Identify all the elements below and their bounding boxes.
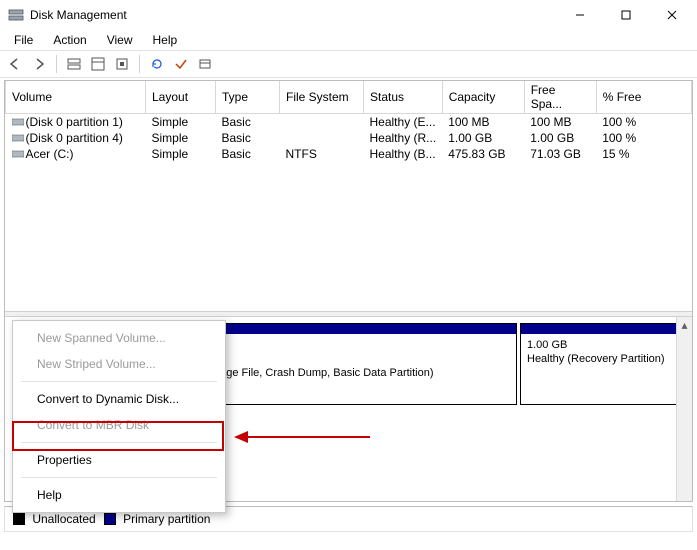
table-row[interactable]: (Disk 0 partition 1)SimpleBasic Healthy (…: [6, 114, 692, 131]
col-status[interactable]: Status: [364, 81, 443, 114]
scroll-up-icon[interactable]: ▴: [677, 317, 692, 333]
toolbar: [0, 50, 697, 78]
legend-unallocated: Unallocated: [13, 512, 96, 526]
table-row[interactable]: Acer (C:)SimpleBasicNTFSHealthy (B...475…: [6, 146, 692, 162]
col-free[interactable]: Free Spa...: [524, 81, 596, 114]
table-header-row: Volume Layout Type File System Status Ca…: [6, 81, 692, 114]
table-row[interactable]: (Disk 0 partition 4)SimpleBasic Healthy (…: [6, 130, 692, 146]
toolbar-refresh-icon[interactable]: [146, 53, 168, 75]
ctx-new-striped: New Striped Volume...: [13, 351, 225, 377]
toolbar-detail-icon[interactable]: [194, 53, 216, 75]
table-cell: 1.00 GB: [524, 130, 596, 146]
ctx-convert-mbr: Convert to MBR Disk: [13, 412, 225, 438]
toolbar-graphical-view-icon[interactable]: [87, 53, 109, 75]
table-cell: [280, 114, 364, 131]
table-cell: 1.00 GB: [442, 130, 524, 146]
table-cell: Healthy (B...: [364, 146, 443, 162]
table-cell: (Disk 0 partition 1): [6, 114, 146, 131]
legend-primary: Primary partition: [104, 512, 211, 526]
menu-file[interactable]: File: [4, 31, 43, 49]
window-minimize-button[interactable]: [557, 0, 603, 30]
ctx-new-spanned: New Spanned Volume...: [13, 325, 225, 351]
ctx-properties[interactable]: Properties: [13, 447, 225, 473]
legend-primary-label: Primary partition: [123, 512, 210, 526]
disk-context-menu: New Spanned Volume... New Striped Volume…: [12, 320, 226, 513]
partition-recovery-status: Healthy (Recovery Partition): [527, 353, 665, 365]
menu-action[interactable]: Action: [43, 31, 96, 49]
table-cell: Basic: [216, 114, 280, 131]
table-cell: 71.03 GB: [524, 146, 596, 162]
col-volume[interactable]: Volume: [6, 81, 146, 114]
menu-help[interactable]: Help: [143, 31, 188, 49]
toolbar-forward-button[interactable]: [28, 53, 50, 75]
toolbar-check-icon[interactable]: [170, 53, 192, 75]
table-cell: Simple: [146, 114, 216, 131]
ctx-convert-dynamic[interactable]: Convert to Dynamic Disk...: [13, 386, 225, 412]
partition-recovery[interactable]: 1.00 GB Healthy (Recovery Partition): [520, 323, 684, 405]
col-layout[interactable]: Layout: [146, 81, 216, 114]
toolbar-disk-list-icon[interactable]: [63, 53, 85, 75]
window-title: Disk Management: [30, 8, 127, 22]
swatch-primary-icon: [104, 513, 116, 525]
vertical-scrollbar[interactable]: ▴: [676, 317, 692, 501]
legend-unallocated-label: Unallocated: [32, 512, 95, 526]
table-cell: NTFS: [280, 146, 364, 162]
col-filesystem[interactable]: File System: [280, 81, 364, 114]
table-cell: 100 MB: [442, 114, 524, 131]
table-cell: [280, 130, 364, 146]
table-cell: 475.83 GB: [442, 146, 524, 162]
title-bar: Disk Management: [0, 0, 697, 30]
col-capacity[interactable]: Capacity: [442, 81, 524, 114]
toolbar-back-button[interactable]: [4, 53, 26, 75]
table-cell: Basic: [216, 146, 280, 162]
volume-list-pane: Volume Layout Type File System Status Ca…: [5, 81, 692, 311]
col-type[interactable]: Type: [216, 81, 280, 114]
col-pctfree[interactable]: % Free: [596, 81, 691, 114]
table-cell: Healthy (E...: [364, 114, 443, 131]
table-cell: 100 %: [596, 130, 691, 146]
table-cell: 100 %: [596, 114, 691, 131]
menu-view[interactable]: View: [97, 31, 143, 49]
table-cell: (Disk 0 partition 4): [6, 130, 146, 146]
table-cell: Simple: [146, 146, 216, 162]
table-cell: 100 MB: [524, 114, 596, 131]
swatch-unallocated-icon: [13, 513, 25, 525]
partition-recovery-size: 1.00 GB: [527, 339, 567, 351]
table-cell: 15 %: [596, 146, 691, 162]
window-maximize-button[interactable]: [603, 0, 649, 30]
menu-bar: File Action View Help: [0, 30, 697, 50]
window-close-button[interactable]: [649, 0, 695, 30]
volume-table: Volume Layout Type File System Status Ca…: [5, 81, 692, 162]
ctx-help[interactable]: Help: [13, 482, 225, 508]
app-icon: [8, 7, 24, 23]
table-cell: Simple: [146, 130, 216, 146]
table-cell: Healthy (R...: [364, 130, 443, 146]
table-cell: Acer (C:): [6, 146, 146, 162]
toolbar-settings-icon[interactable]: [111, 53, 133, 75]
table-cell: Basic: [216, 130, 280, 146]
